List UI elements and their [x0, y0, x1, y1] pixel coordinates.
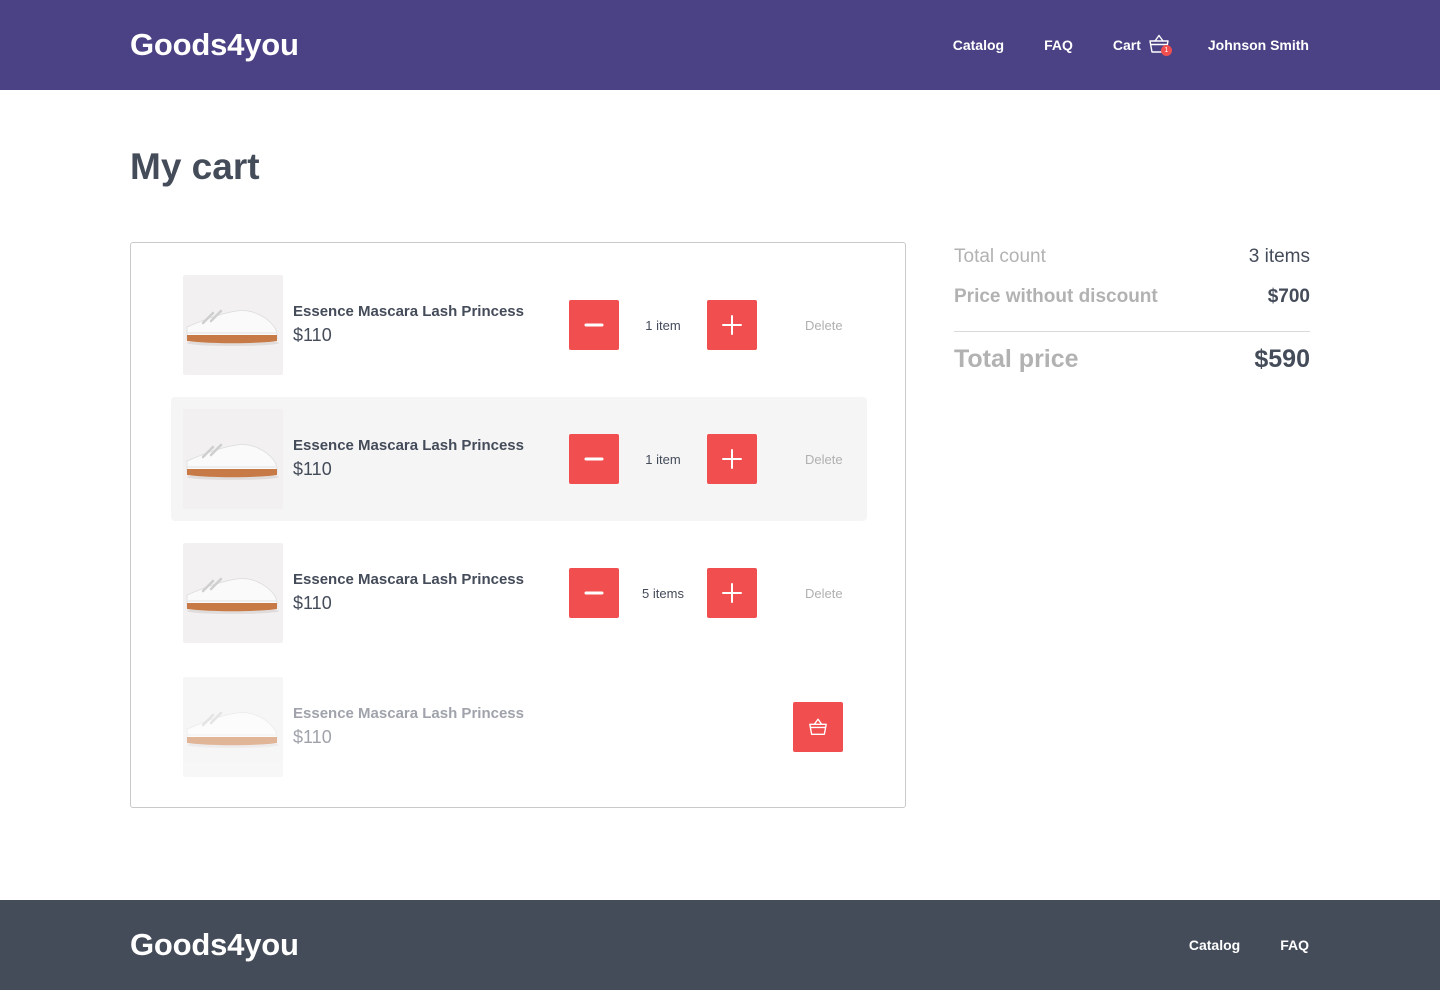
increase-quantity-button[interactable]	[707, 568, 757, 618]
increase-quantity-button[interactable]	[707, 300, 757, 350]
product-thumbnail[interactable]	[183, 677, 283, 777]
increase-quantity-button[interactable]	[707, 434, 757, 484]
nav-faq-link[interactable]: FAQ	[1044, 37, 1073, 53]
main-nav: Catalog FAQ Cart 1 Johnson Smith	[953, 0, 1309, 90]
footer-faq-link[interactable]: FAQ	[1280, 937, 1309, 953]
site-footer: Goods4you Catalog FAQ	[0, 900, 1440, 990]
cart-count-badge: 1	[1160, 45, 1172, 56]
summary-divider	[954, 331, 1310, 332]
product-thumbnail[interactable]	[183, 543, 283, 643]
nav-cart-link[interactable]: Cart 1	[1113, 33, 1172, 57]
total-price-value: $590	[1254, 345, 1310, 373]
cart-item: Essence Mascara Lash Princess $110 1 ite…	[171, 263, 867, 387]
decrease-quantity-button[interactable]	[569, 568, 619, 618]
price-without-discount-label: Price without discount	[954, 286, 1158, 307]
delete-item-button[interactable]: Delete	[805, 586, 843, 601]
minus-icon	[584, 323, 604, 327]
nav-cart-label: Cart	[1112, 37, 1141, 53]
add-to-cart-button[interactable]	[793, 702, 843, 752]
total-price-label: Total price	[954, 345, 1079, 373]
minus-icon	[584, 457, 604, 461]
product-thumbnail[interactable]	[183, 409, 283, 509]
decrease-quantity-button[interactable]	[569, 300, 619, 350]
price-without-discount-row: Price without discount $700	[954, 286, 1310, 308]
product-price: $110	[293, 325, 332, 345]
product-name[interactable]: Essence Mascara Lash Princess	[293, 705, 524, 722]
nav-catalog-link[interactable]: Catalog	[953, 37, 1004, 53]
cart-item-removed: Essence Mascara Lash Princess $110	[171, 665, 867, 789]
product-name[interactable]: Essence Mascara Lash Princess	[293, 571, 524, 588]
product-thumbnail[interactable]	[183, 275, 283, 375]
total-price-row: Total price $590	[954, 345, 1310, 374]
delete-item-button[interactable]: Delete	[805, 452, 843, 467]
total-count-value: 3 items	[1248, 246, 1310, 267]
footer-logo[interactable]: Goods4you	[130, 927, 299, 963]
site-logo[interactable]: Goods4you	[130, 27, 299, 63]
plus-icon	[722, 449, 742, 469]
plus-icon	[722, 315, 742, 335]
total-count-row: Total count 3 items	[954, 246, 1310, 268]
minus-icon	[584, 591, 604, 595]
product-price: $110	[293, 593, 332, 613]
footer-nav: Catalog FAQ	[1189, 900, 1309, 990]
product-price: $110	[293, 459, 332, 479]
product-price: $110	[293, 727, 332, 747]
delete-item-button[interactable]: Delete	[805, 318, 843, 333]
quantity-value: 5 items	[642, 586, 684, 601]
site-header: Goods4you Catalog FAQ Cart 1 Johnson Smi…	[0, 0, 1440, 90]
cart-list: Essence Mascara Lash Princess $110 1 ite…	[130, 242, 906, 808]
basket-icon	[809, 718, 827, 735]
product-name[interactable]: Essence Mascara Lash Princess	[293, 437, 524, 454]
cart-item: Essence Mascara Lash Princess $110 5 ite…	[171, 531, 867, 655]
total-count-label: Total count	[954, 246, 1046, 267]
decrease-quantity-button[interactable]	[569, 434, 619, 484]
quantity-value: 1 item	[645, 452, 681, 467]
footer-catalog-link[interactable]: Catalog	[1189, 937, 1240, 953]
cart-item: Essence Mascara Lash Princess $110 1 ite…	[171, 397, 867, 521]
price-without-discount-value: $700	[1267, 286, 1310, 307]
basket-icon: 1	[1148, 33, 1172, 57]
plus-icon	[722, 583, 742, 603]
nav-user-link[interactable]: Johnson Smith	[1208, 37, 1309, 53]
product-name[interactable]: Essence Mascara Lash Princess	[293, 303, 524, 320]
page-title: My cart	[130, 146, 260, 187]
quantity-value: 1 item	[645, 318, 681, 333]
